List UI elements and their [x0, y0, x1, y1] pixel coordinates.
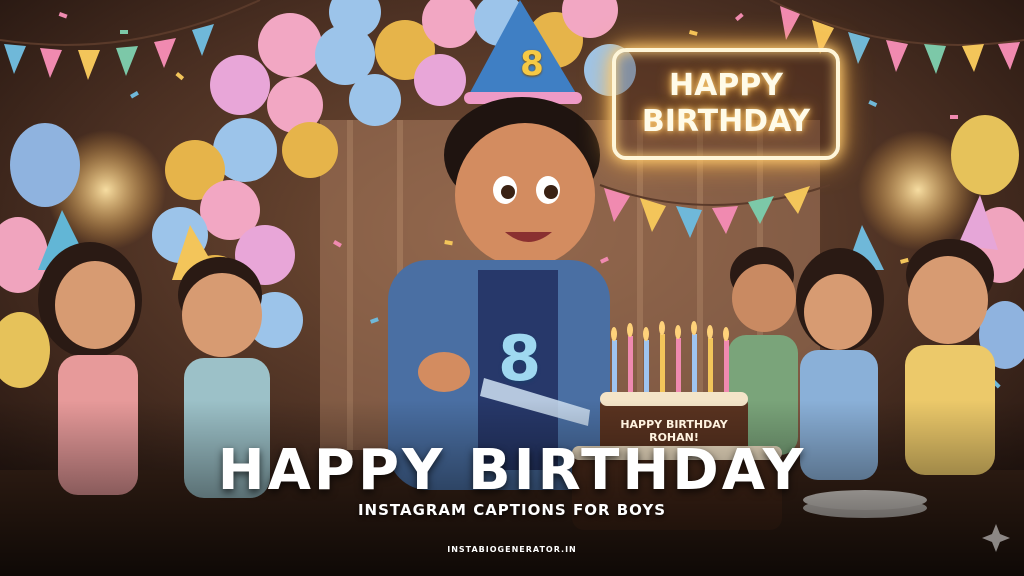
neon-sign-line2: BIRTHDAY: [641, 104, 811, 139]
neon-birthday-sign: HAPPY BIRTHDAY: [612, 48, 840, 160]
main-title: HAPPY BIRTHDAY: [217, 438, 807, 503]
cake-inscription-line1: HAPPY BIRTHDAY: [620, 418, 728, 431]
website-watermark: INSTABIOGENERATOR.IN: [447, 545, 577, 554]
party-hat-number: 8: [520, 44, 544, 84]
subtitle: INSTAGRAM CAPTIONS FOR BOYS: [357, 501, 667, 519]
shirt-number: 8: [498, 322, 542, 395]
neon-sign-line1: HAPPY: [668, 68, 784, 103]
birthday-scene: HAPPY BIRTHDAY 8 8 HAPPY BIRTHDAY ROHAN!…: [0, 0, 1024, 576]
